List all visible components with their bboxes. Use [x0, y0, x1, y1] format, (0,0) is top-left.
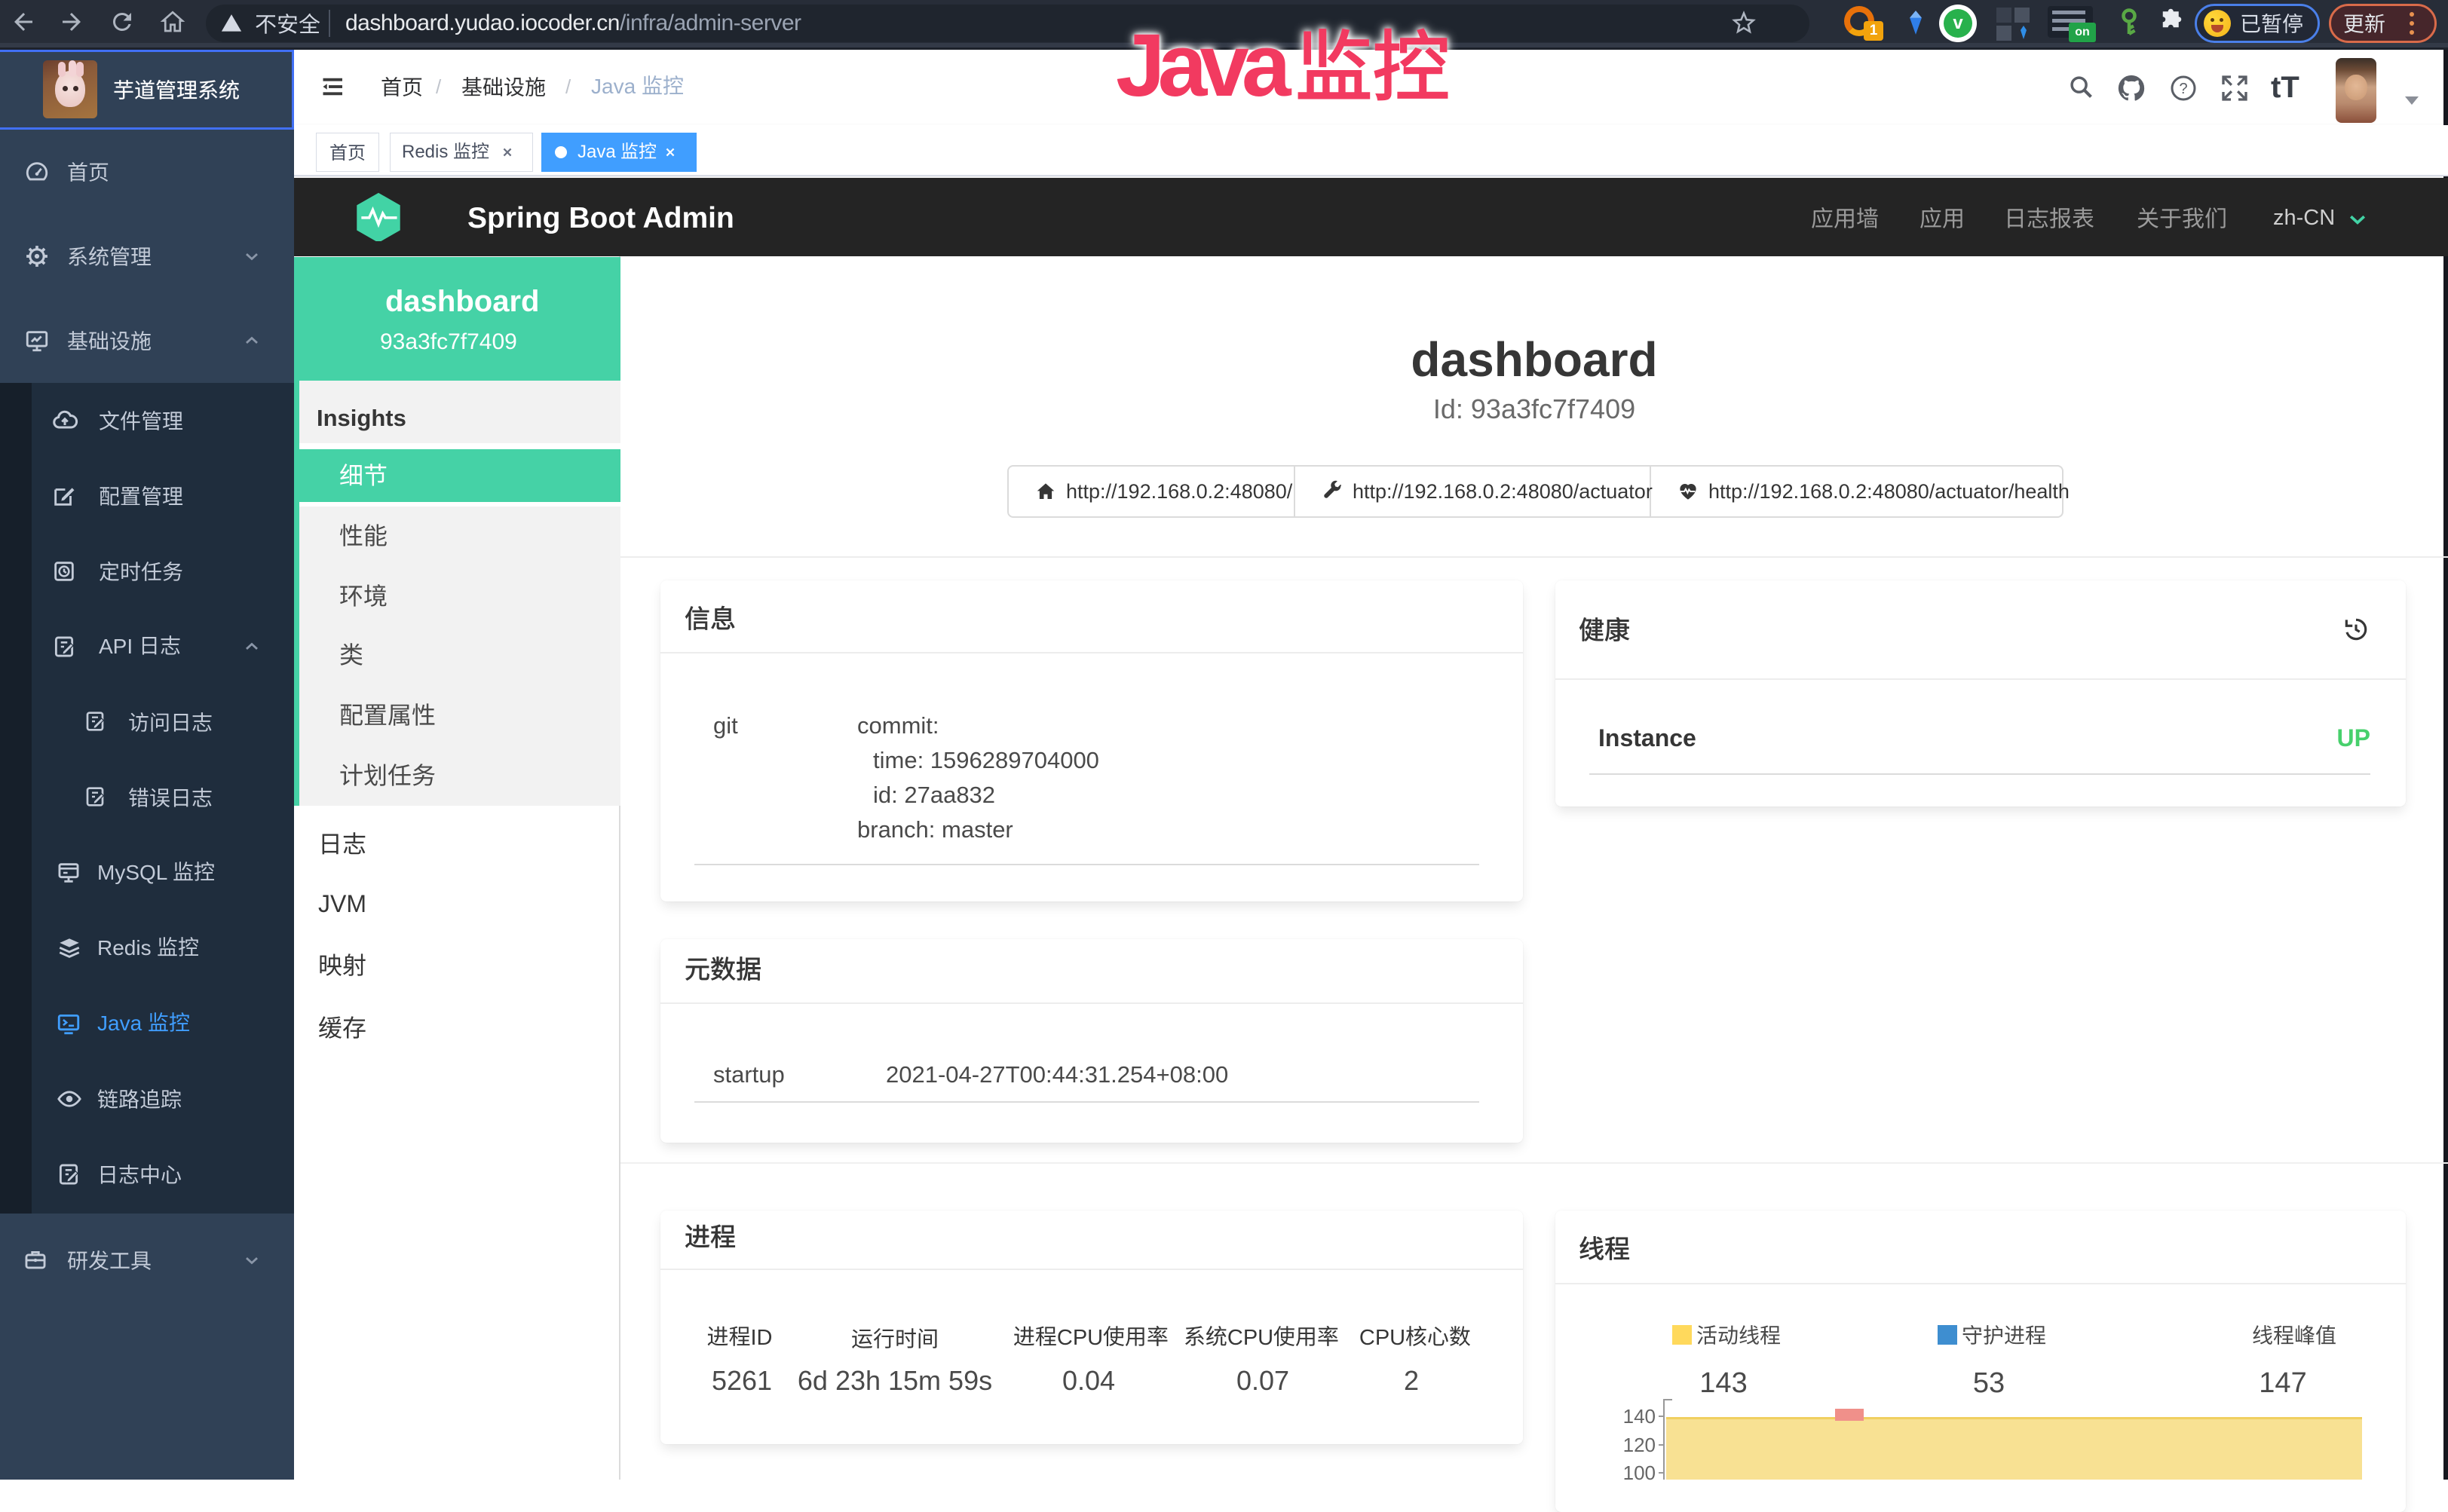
svg-text:?: ?	[2179, 81, 2187, 97]
